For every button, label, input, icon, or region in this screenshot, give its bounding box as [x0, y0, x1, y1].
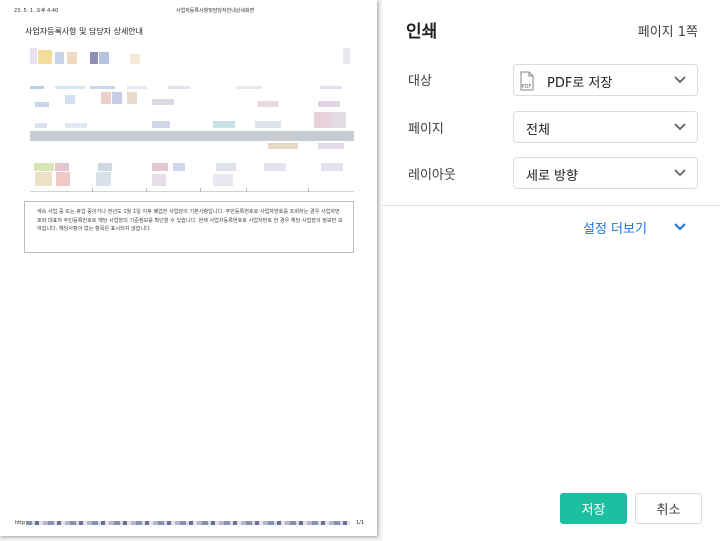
chevron-down-icon	[674, 76, 686, 84]
destination-label: 대상	[408, 74, 432, 89]
chevron-down-icon[interactable]	[674, 222, 686, 232]
preview-page-number: 1/1	[356, 520, 365, 526]
destination-select[interactable]: PDF PDF로 저장	[513, 64, 698, 96]
print-settings-pane: 인쇄 페이지 1쪽 대상 PDF PDF로 저장 페이지 전체 레이아웃 세로 …	[382, 0, 720, 541]
more-settings-toggle[interactable]: 설정 더보기	[583, 218, 647, 237]
pdf-file-icon: PDF	[520, 71, 534, 91]
pages-label: 페이지	[408, 122, 444, 137]
chevron-down-icon	[674, 169, 686, 177]
layout-value: 세로 방향	[526, 169, 578, 184]
preview-header-title: 사업자등록사항및담당자안내상세화면	[176, 8, 255, 14]
save-button[interactable]: 저장	[560, 493, 627, 524]
dialog-title: 인쇄	[406, 22, 438, 42]
preview-footer-url: http	[15, 520, 26, 526]
layout-select[interactable]: 세로 방향	[513, 157, 698, 189]
preview-document-title: 사업자등록사항 및 담당자 상세안내	[25, 27, 144, 36]
destination-value: PDF로 저장	[547, 76, 613, 91]
chevron-down-icon	[674, 123, 686, 131]
preview-header-date: 23. 5. 1. 오후 4:40	[14, 8, 59, 14]
cancel-button[interactable]: 취소	[635, 493, 702, 524]
svg-text:PDF: PDF	[522, 84, 532, 90]
preview-page: 23. 5. 1. 오후 4:40 사업자등록사항및담당자안내상세화면 사업자등…	[0, 0, 377, 536]
print-preview-pane: 23. 5. 1. 오후 4:40 사업자등록사항및담당자안내상세화면 사업자등…	[0, 0, 382, 541]
page-count: 페이지 1쪽	[637, 25, 698, 40]
pages-select[interactable]: 전체	[513, 111, 698, 143]
layout-label: 레이아웃	[408, 168, 456, 183]
section-divider	[382, 205, 720, 206]
preview-notice-box: 계속 사업 중 또는 휴업 중이거나 전년도 1월 1일 이후 폐업한 사업장의…	[24, 201, 354, 253]
pages-value: 전체	[526, 123, 550, 138]
